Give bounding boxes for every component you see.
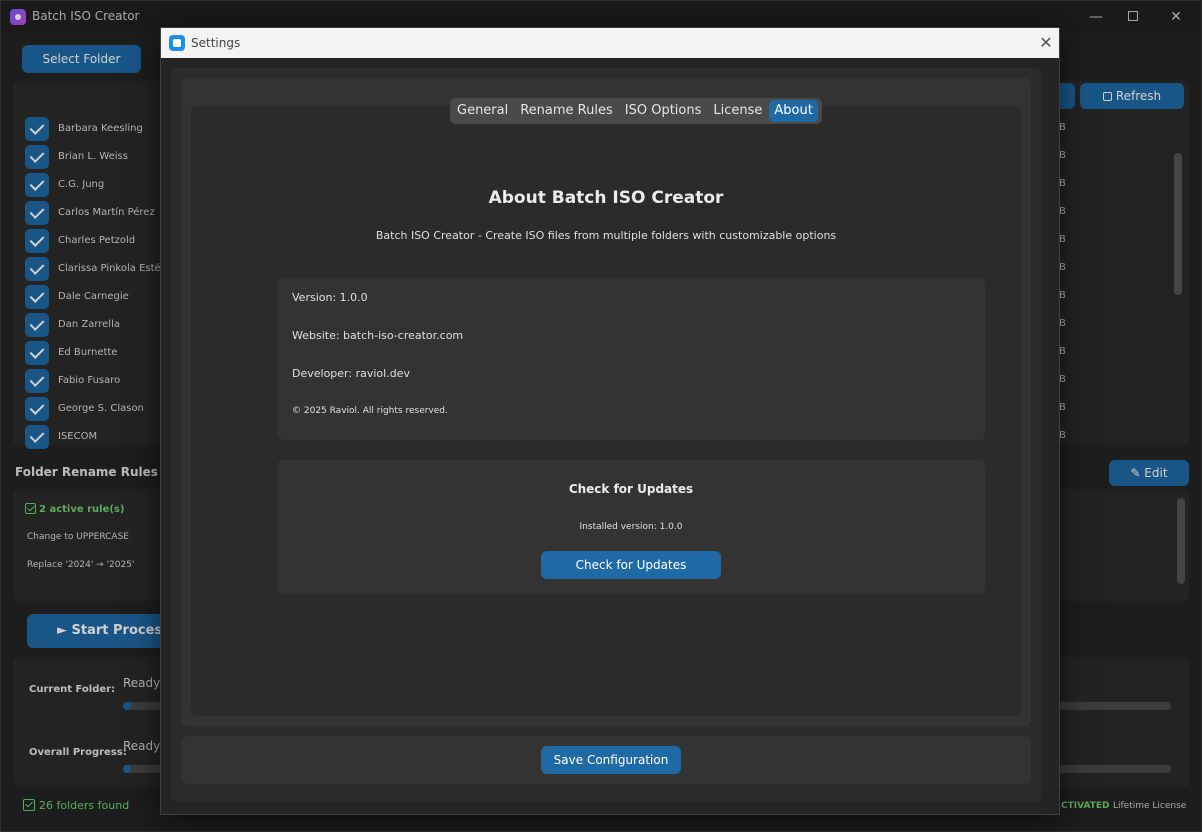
tab-license[interactable]: License: [708, 100, 767, 122]
check-updates-button[interactable]: Check for Updates: [541, 551, 721, 579]
save-configuration-button[interactable]: Save Configuration: [541, 746, 681, 774]
settings-tab-bar: General Rename Rules ISO Options License…: [450, 98, 822, 124]
version-text: Version: 1.0.0: [292, 291, 368, 304]
settings-footer: Save Configuration: [181, 736, 1031, 784]
website-text: Website: batch-iso-creator.com: [292, 329, 464, 342]
tab-general[interactable]: General: [452, 100, 513, 122]
settings-body: About Batch ISO Creator Batch ISO Creato…: [171, 68, 1041, 802]
copyright-text: © 2025 Raviol. All rights reserved.: [292, 406, 448, 416]
developer-text: Developer: raviol.dev: [292, 367, 410, 380]
settings-window-icon: [169, 35, 185, 51]
about-heading: About Batch ISO Creator: [488, 188, 724, 208]
settings-titlebar: Settings ✕: [161, 28, 1059, 58]
settings-dialog: Settings ✕ About Batch ISO Creator Batch…: [160, 27, 1060, 815]
tab-iso-options[interactable]: ISO Options: [620, 100, 707, 122]
installed-version-text: Installed version: 1.0.0: [579, 522, 683, 532]
screen: Batch ISO Creator — ✕ Select Folder Refr…: [0, 0, 1202, 832]
settings-tabview: About Batch ISO Creator Batch ISO Creato…: [181, 78, 1031, 726]
update-heading: Check for Updates: [568, 482, 694, 496]
about-tab-content: About Batch ISO Creator Batch ISO Creato…: [191, 106, 1021, 716]
app-info-box: Version: 1.0.0 Website: batch-iso-creato…: [277, 278, 985, 440]
update-box: Check for Updates Installed version: 1.0…: [277, 460, 985, 594]
tab-about[interactable]: About: [769, 100, 818, 122]
tab-rename-rules[interactable]: Rename Rules: [515, 100, 618, 122]
settings-close-button[interactable]: ✕: [1035, 32, 1057, 54]
settings-title: Settings: [191, 36, 241, 50]
about-description: Batch ISO Creator - Create ISO files fro…: [375, 229, 837, 242]
